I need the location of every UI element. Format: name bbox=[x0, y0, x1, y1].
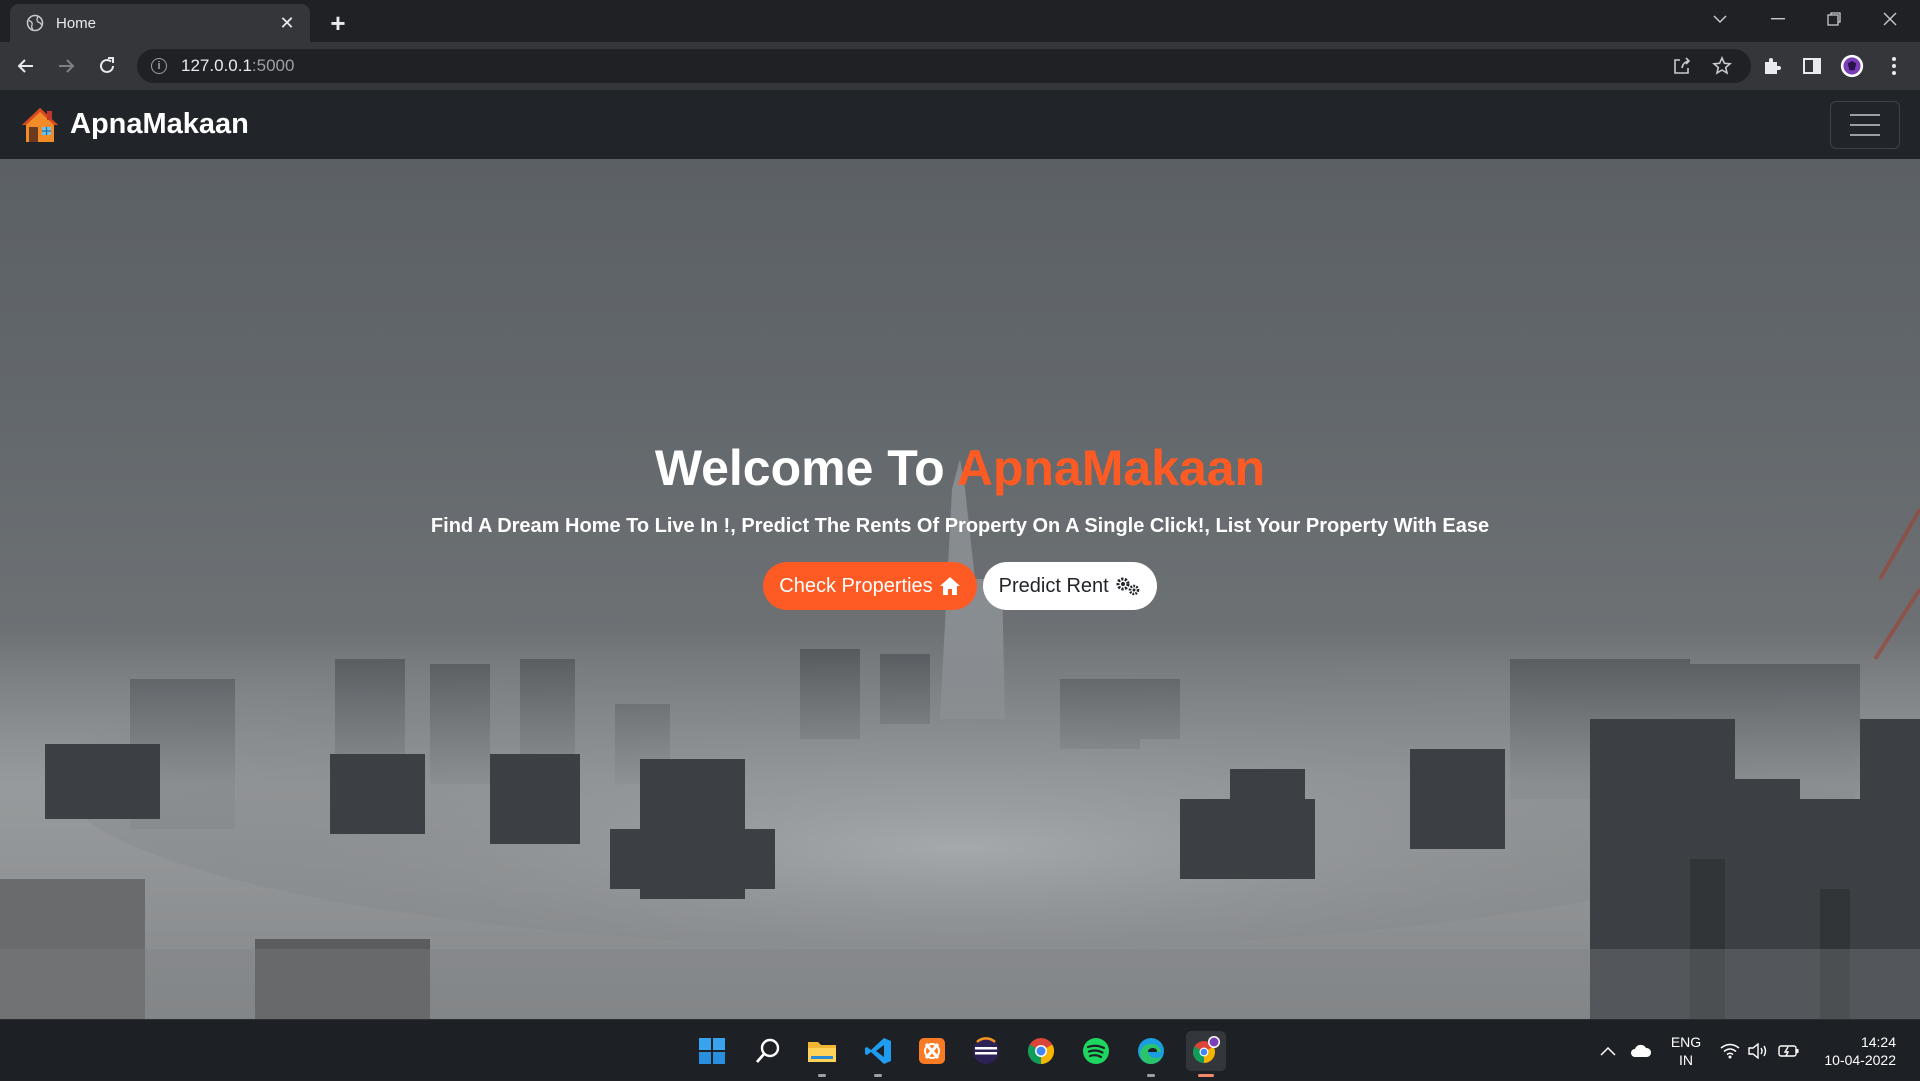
language-indicator[interactable]: ENG IN bbox=[1668, 1033, 1704, 1069]
side-panel-icon[interactable] bbox=[1800, 54, 1824, 78]
restore-button[interactable] bbox=[1806, 0, 1862, 38]
minimize-button[interactable] bbox=[1750, 0, 1806, 38]
extensions-puzzle-icon[interactable] bbox=[1760, 54, 1784, 78]
back-button[interactable] bbox=[12, 52, 40, 80]
browser-toolbar: i 127.0.0.1:5000 bbox=[0, 42, 1920, 90]
profile-avatar-icon[interactable] bbox=[1840, 54, 1864, 78]
vscode-icon[interactable] bbox=[858, 1031, 898, 1077]
site-info-icon[interactable]: i bbox=[151, 58, 167, 74]
hero-content: Welcome To ApnaMakaan Find A Dream Home … bbox=[0, 159, 1920, 1019]
close-window-button[interactable] bbox=[1862, 0, 1918, 38]
hero-title-prefix: Welcome To bbox=[654, 440, 945, 496]
web-page: ApnaMakaan Welcome To ApnaMakaan Find A … bbox=[0, 90, 1920, 1019]
spotify-icon[interactable] bbox=[1076, 1031, 1116, 1071]
running-indicator bbox=[818, 1074, 826, 1077]
wifi-icon[interactable] bbox=[1720, 1020, 1740, 1081]
close-tab-icon[interactable]: ✕ bbox=[276, 13, 298, 34]
hero-subtitle: Find A Dream Home To Live In !, Predict … bbox=[430, 515, 1490, 537]
hero-button-row: Check Properties Predict Rent bbox=[763, 562, 1157, 610]
predict-rent-button[interactable]: Predict Rent bbox=[982, 562, 1157, 610]
navbar-toggle-button[interactable] bbox=[1830, 101, 1900, 149]
file-explorer-icon[interactable] bbox=[802, 1031, 842, 1077]
address-bar[interactable]: i 127.0.0.1:5000 bbox=[137, 49, 1751, 83]
volume-icon[interactable] bbox=[1748, 1020, 1768, 1081]
site-navbar: ApnaMakaan bbox=[0, 90, 1920, 159]
language-code: ENG bbox=[1670, 1034, 1702, 1050]
share-icon[interactable] bbox=[1670, 54, 1694, 78]
xampp-icon[interactable] bbox=[912, 1031, 952, 1071]
globe-icon bbox=[26, 14, 44, 32]
cogs-icon bbox=[1115, 576, 1141, 596]
clock-time: 14:24 bbox=[1860, 1034, 1896, 1050]
browser-tab-home[interactable]: Home ✕ bbox=[10, 4, 310, 42]
clock-date: 10-04-2022 bbox=[1824, 1052, 1896, 1068]
onedrive-cloud-icon[interactable] bbox=[1630, 1020, 1652, 1081]
search-icon[interactable] bbox=[748, 1031, 788, 1071]
taskbar-clock[interactable]: 14:24 10-04-2022 bbox=[1824, 1033, 1896, 1069]
battery-charging-icon[interactable] bbox=[1778, 1020, 1800, 1081]
tab-title: Home bbox=[56, 14, 97, 32]
new-tab-button[interactable]: + bbox=[326, 8, 350, 39]
url-host: 127.0.0.1 bbox=[181, 56, 252, 75]
windows-start-icon[interactable] bbox=[692, 1031, 732, 1071]
edge-icon[interactable] bbox=[1131, 1031, 1171, 1077]
site-brand[interactable]: ApnaMakaan bbox=[20, 105, 249, 145]
hero-section: Welcome To ApnaMakaan Find A Dream Home … bbox=[0, 159, 1920, 1019]
hamburger-line bbox=[1850, 134, 1880, 136]
running-indicator bbox=[1147, 1074, 1155, 1077]
language-region: IN bbox=[1679, 1052, 1693, 1068]
hamburger-line bbox=[1850, 114, 1880, 116]
active-indicator bbox=[1198, 1074, 1214, 1077]
check-properties-button[interactable]: Check Properties bbox=[763, 562, 977, 610]
house-logo-icon bbox=[20, 105, 60, 145]
hero-title: Welcome To ApnaMakaan bbox=[655, 439, 1265, 497]
home-icon bbox=[939, 576, 961, 596]
browser-menu-icon[interactable] bbox=[1882, 54, 1906, 78]
url-port: :5000 bbox=[251, 56, 295, 75]
eclipse-icon[interactable] bbox=[966, 1031, 1006, 1071]
show-hidden-icons-button[interactable] bbox=[1600, 1020, 1616, 1081]
reload-button[interactable] bbox=[93, 52, 121, 80]
forward-button[interactable] bbox=[52, 52, 80, 80]
bookmark-star-icon[interactable] bbox=[1710, 54, 1734, 78]
chrome-profile-icon[interactable] bbox=[1186, 1031, 1226, 1077]
windows-taskbar: ENG IN 14:24 10-04-2022 bbox=[0, 1019, 1920, 1080]
chrome-icon[interactable] bbox=[1021, 1031, 1061, 1071]
brand-name: ApnaMakaan bbox=[70, 108, 249, 140]
running-indicator bbox=[874, 1074, 882, 1077]
browser-tabstrip: Home ✕ + bbox=[0, 0, 1920, 42]
hero-title-accent: ApnaMakaan bbox=[956, 440, 1266, 496]
hamburger-line bbox=[1850, 124, 1880, 126]
tab-search-button[interactable] bbox=[1692, 0, 1748, 38]
check-properties-label: Check Properties bbox=[779, 574, 933, 597]
predict-rent-label: Predict Rent bbox=[998, 574, 1109, 597]
